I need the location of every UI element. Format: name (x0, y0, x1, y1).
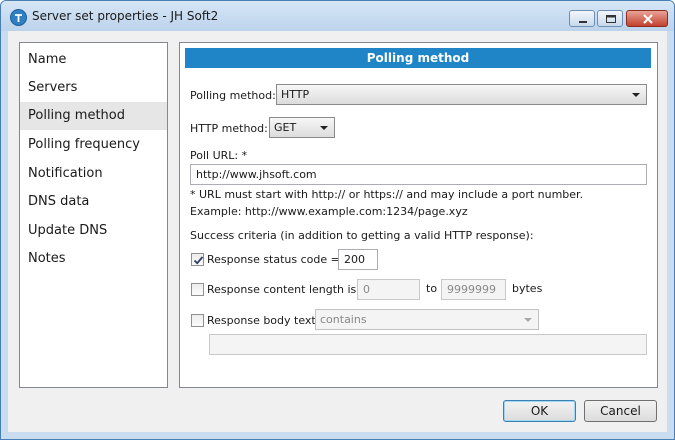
minimize-button[interactable] (569, 10, 595, 27)
poll-url-example: Example: http://www.example.com:1234/pag… (190, 205, 468, 218)
poll-url-label: Poll URL: * (190, 149, 248, 162)
content-length-label: Response content length is (207, 283, 357, 296)
body-text-input[interactable] (209, 334, 647, 355)
panel-header: Polling method (185, 48, 651, 68)
close-button[interactable] (626, 10, 668, 27)
status-code-input[interactable]: 200 (338, 249, 378, 270)
nav-item-name[interactable]: Name (20, 46, 167, 74)
cancel-button[interactable]: Cancel (584, 400, 657, 422)
polling-method-label: Polling method: (190, 89, 276, 102)
nav-item-servers[interactable]: Servers (20, 74, 167, 102)
content-length-to-input[interactable]: 9999999 (441, 279, 506, 300)
status-code-checkbox[interactable] (191, 253, 204, 266)
nav-item-dns-data[interactable]: DNS data (20, 188, 167, 216)
content-length-to-label: to (426, 282, 438, 295)
dialog-client-area: Name Servers Polling method Polling freq… (8, 31, 667, 432)
chevron-down-icon (632, 93, 640, 97)
ok-button[interactable]: OK (503, 400, 576, 422)
bytes-label: bytes (512, 282, 543, 295)
checkmark-icon (193, 256, 204, 265)
category-list[interactable]: Name Servers Polling method Polling freq… (19, 42, 168, 388)
content-length-checkbox[interactable] (191, 283, 204, 296)
app-icon (10, 9, 27, 26)
nav-item-update-dns[interactable]: Update DNS (20, 217, 167, 245)
http-method-value: GET (274, 121, 297, 134)
poll-url-input[interactable]: http://www.jhsoft.com (190, 164, 647, 185)
settings-panel: Polling method Polling method: HTTP HTTP… (179, 42, 658, 388)
nav-item-notification[interactable]: Notification (20, 160, 167, 188)
body-text-operator-value: contains (320, 313, 367, 326)
title-bar[interactable]: Server set properties - JH Soft2 (1, 1, 674, 31)
body-text-checkbox[interactable] (191, 314, 204, 327)
maximize-button[interactable] (597, 10, 623, 27)
nav-item-polling-method[interactable]: Polling method (20, 102, 167, 130)
status-code-label: Response status code = (207, 253, 340, 266)
content-length-from-input[interactable]: 0 (357, 279, 420, 300)
chevron-down-icon (524, 318, 532, 322)
polling-method-value: HTTP (281, 88, 310, 101)
body-text-label: Response body text (207, 314, 316, 327)
body-text-operator-select[interactable]: contains (315, 309, 539, 330)
success-criteria-label: Success criteria (in addition to getting… (190, 229, 534, 242)
dialog-window: Server set properties - JH Soft2 Name Se… (0, 0, 675, 440)
nav-item-polling-frequency[interactable]: Polling frequency (20, 131, 167, 159)
http-method-label: HTTP method: (190, 122, 268, 135)
close-icon (643, 14, 653, 24)
polling-method-select[interactable]: HTTP (276, 84, 647, 105)
http-method-select[interactable]: GET (269, 117, 335, 138)
poll-url-hint: * URL must start with http:// or https:/… (190, 188, 584, 201)
window-title: Server set properties - JH Soft2 (32, 9, 219, 23)
chevron-down-icon (320, 126, 328, 130)
nav-item-notes[interactable]: Notes (20, 245, 167, 273)
minimize-icon (579, 21, 587, 23)
